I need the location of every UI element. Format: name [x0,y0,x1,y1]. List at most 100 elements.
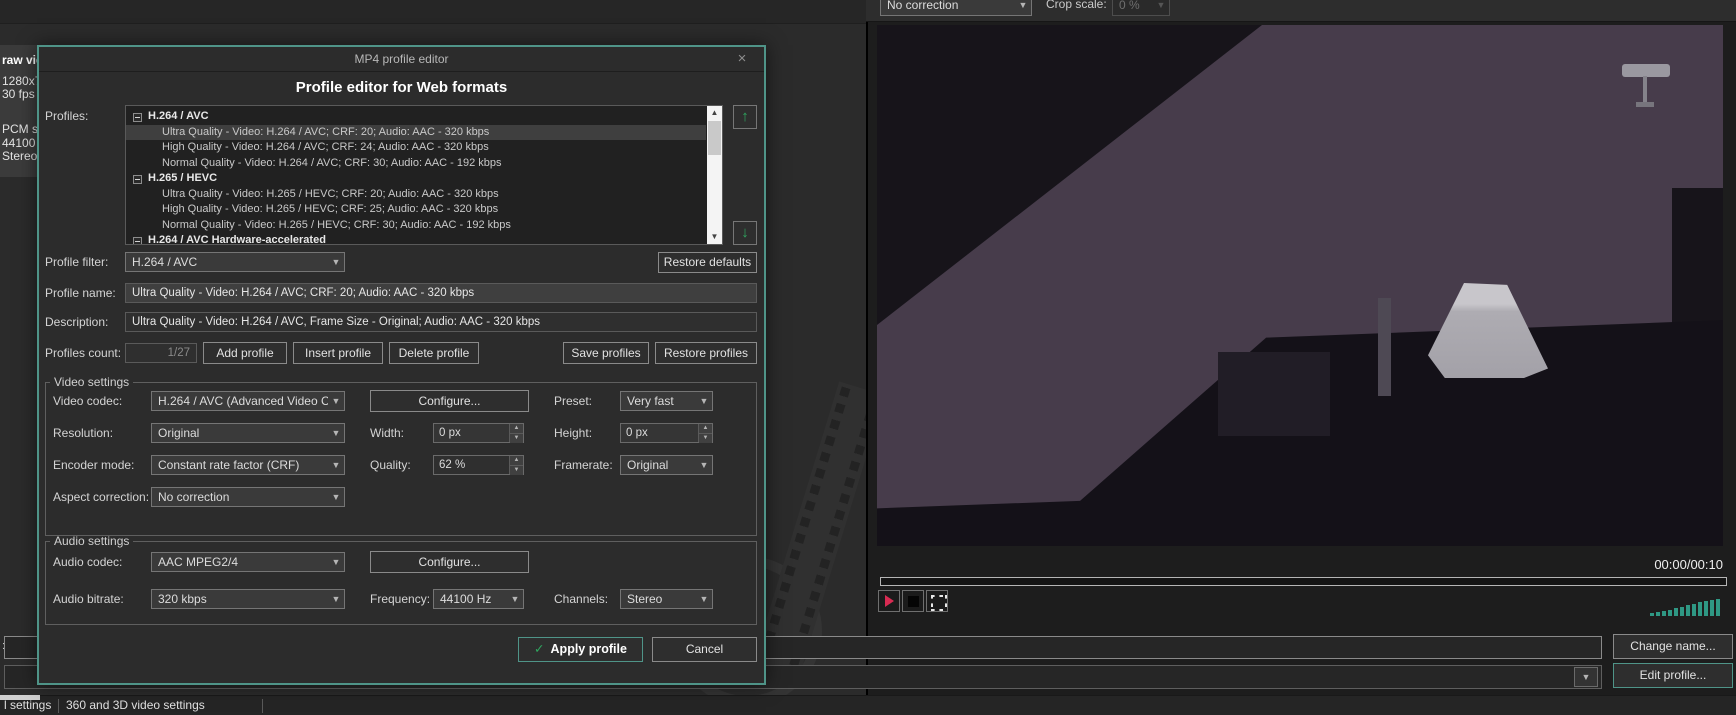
frequency-dropdown[interactable]: 44100 Hz ▼ [433,589,524,609]
profile-group-row[interactable]: H.264 / AVC [126,109,706,125]
audio-bitrate-dropdown[interactable]: 320 kbps ▼ [151,589,345,609]
profile-name-input[interactable]: Ultra Quality - Video: H.264 / AVC; CRF:… [125,283,757,303]
seek-bar[interactable] [880,577,1727,586]
frequency-value: 44100 Hz [440,592,492,606]
edit-profile-button[interactable]: Edit profile... [1613,663,1733,688]
clip-prop-sample-rate: 44100 [2,136,36,150]
profiles-list[interactable]: H.264 / AVC Ultra Quality - Video: H.264 … [125,105,723,245]
scrollbar-thumb[interactable] [708,121,721,155]
add-profile-button[interactable]: Add profile [203,342,287,364]
spin-up-icon[interactable]: ▲ [699,424,712,433]
meter-bar [1698,602,1702,616]
description-input[interactable]: Ultra Quality - Video: H.264 / AVC, Fram… [125,312,757,332]
framerate-value: Original [627,458,669,472]
aspect-correction-dropdown[interactable]: No correction ▼ [151,487,345,507]
encoder-mode-dropdown[interactable]: Constant rate factor (CRF) ▼ [151,455,345,475]
move-profile-down-button[interactable]: ↓ [733,221,757,245]
profile-row-label: H.264 / AVC Hardware-accelerated [148,234,326,245]
restore-defaults-button[interactable]: Restore defaults [658,252,757,273]
height-spinner[interactable]: 0 px ▲ ▼ [620,423,713,443]
spin-down-icon[interactable]: ▼ [699,433,712,443]
collapse-minus-icon[interactable] [133,112,142,122]
stop-icon [907,595,919,607]
profile-row[interactable]: Normal Quality - Video: H.265 / HEVC; CR… [126,218,706,234]
quality-spinner[interactable]: 62 % ▲ ▼ [433,455,524,475]
resolution-value: Original [158,426,200,440]
delete-profile-button[interactable]: Delete profile [389,342,479,364]
video-configure-button[interactable]: Configure... [370,390,529,412]
tab-separator [262,699,263,713]
channels-label: Channels: [554,592,609,606]
profile-row[interactable]: Normal Quality - Video: H.264 / AVC; CRF… [126,156,706,172]
resolution-dropdown[interactable]: Original ▼ [151,423,345,443]
chevron-down-icon: ▼ [699,396,709,406]
tab-360-3d-settings[interactable]: 360 and 3D video settings [66,698,205,712]
fullscreen-button[interactable] [926,590,948,612]
clip-prop-resolution: 1280x7 [2,74,39,88]
play-button[interactable] [878,590,900,612]
spinner-arrows[interactable]: ▲ ▼ [509,424,523,443]
audio-codec-label: Audio codec: [53,555,123,569]
profile-filter-dropdown[interactable]: H.264 / AVC ▼ [125,252,345,272]
audio-bitrate-value: 320 kbps [158,592,207,606]
aspect-correction-value: No correction [887,0,959,12]
spin-down-icon[interactable]: ▼ [510,433,523,443]
chevron-down-icon: ▼ [331,594,341,604]
profile-group-row[interactable]: H.265 / HEVC [126,171,706,187]
stop-button[interactable] [902,590,924,612]
spin-down-icon[interactable]: ▼ [510,465,523,475]
save-profiles-button[interactable]: Save profiles [563,342,649,364]
meter-bar [1656,612,1660,616]
apply-profile-button[interactable]: ✓ Apply profile [518,637,643,662]
meter-bar [1674,608,1678,616]
video-codec-dropdown[interactable]: H.264 / AVC (Advanced Video Codir ▼ [151,391,345,411]
restore-profiles-button[interactable]: Restore profiles [655,342,757,364]
chevron-down-icon: ▼ [331,428,341,438]
framerate-dropdown[interactable]: Original ▼ [620,455,713,475]
close-icon[interactable]: × [731,50,753,69]
spin-up-icon[interactable]: ▲ [510,424,523,433]
profiles-count-value: 1/27 [125,343,197,363]
chevron-down-icon[interactable]: ▼ [1574,667,1598,687]
audio-configure-button[interactable]: Configure... [370,551,529,573]
crop-scale-value: 0 % [1119,0,1140,12]
dialog-titlebar[interactable]: MP4 profile editor × [39,47,764,72]
audio-codec-dropdown[interactable]: AAC MPEG2/4 ▼ [151,552,345,572]
profile-row-label: High Quality - Video: H.265 / HEVC; CRF:… [162,203,499,215]
scrollbar-down-icon[interactable]: ▼ [707,230,722,244]
profile-row[interactable]: High Quality - Video: H.265 / HEVC; CRF:… [126,202,706,218]
preset-dropdown[interactable]: Very fast ▼ [620,391,713,411]
fullscreen-icon [931,595,943,607]
aspect-correction-value: No correction [158,490,230,504]
audio-bitrate-label: Audio bitrate: [53,592,124,606]
profile-row[interactable]: Ultra Quality - Video: H.264 / AVC; CRF:… [126,124,706,140]
spinner-arrows[interactable]: ▲ ▼ [698,424,712,443]
change-name-button[interactable]: Change name... [1613,634,1733,659]
profile-row[interactable]: High Quality - Video: H.264 / AVC; CRF: … [126,140,706,156]
cancel-button[interactable]: Cancel [652,637,757,662]
chevron-down-icon: ▼ [699,460,709,470]
preset-label: Preset: [554,394,593,408]
profile-group-row[interactable]: H.264 / AVC Hardware-accelerated [126,233,706,245]
scene-lamp-base [1636,102,1654,107]
profile-row[interactable]: Ultra Quality - Video: H.265 / HEVC; CRF… [126,187,706,203]
collapse-minus-icon[interactable] [133,174,142,184]
channels-value: Stereo [627,592,663,606]
insert-profile-button[interactable]: Insert profile [293,342,383,364]
clip-prop-audio-format: PCM si [2,122,39,136]
list-scrollbar[interactable]: ▲ ▼ [707,106,722,244]
profile-row-label: Normal Quality - Video: H.264 / AVC; CRF… [162,156,502,169]
tab-settings-fragment[interactable]: l settings [4,698,51,712]
width-label: Width: [370,426,405,440]
scrollbar-up-icon[interactable]: ▲ [707,106,722,120]
collapse-minus-icon[interactable] [133,236,142,244]
channels-dropdown[interactable]: Stereo ▼ [620,589,713,609]
resolution-label: Resolution: [53,426,114,440]
aspect-correction-dropdown[interactable]: No correction ▼ [880,0,1032,16]
spinner-arrows[interactable]: ▲ ▼ [509,456,523,475]
chevron-down-icon: ▼ [331,557,341,567]
move-profile-up-button[interactable]: ↑ [733,105,757,129]
width-spinner[interactable]: 0 px ▲ ▼ [433,423,524,443]
meter-bar [1668,610,1672,616]
spin-up-icon[interactable]: ▲ [510,456,523,465]
